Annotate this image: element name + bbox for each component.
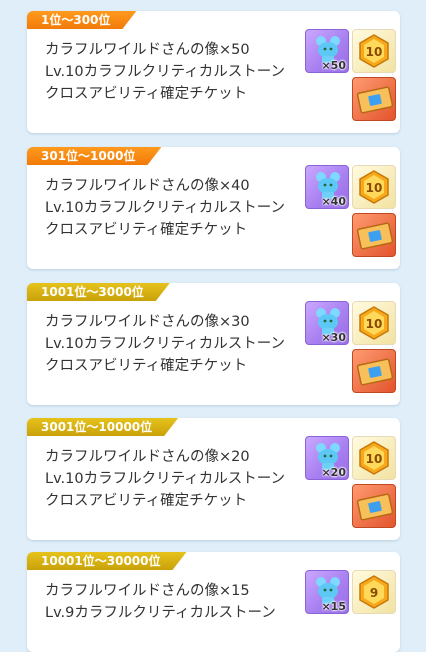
reward-line-statue: カラフルワイルドさんの像×30 [45,314,250,330]
ticket-icon [357,358,393,386]
rank-range-label: 10001位～30000位 [27,552,187,570]
reward-line-stone: Lv.10カラフルクリティカルストーン [45,64,285,80]
statue-quantity: ×20 [321,466,346,479]
reward-line-ticket: クロスアビリティ確定チケット [45,358,248,374]
reward-line-statue: カラフルワイルドさんの像×50 [45,42,250,58]
stone-level: 10 [366,317,383,331]
statue-item-icon[interactable]: ×15 [305,570,349,614]
reward-line-stone: Lv.9カラフルクリティカルストーン [45,605,276,621]
reward-line-statue: カラフルワイルドさんの像×40 [45,178,250,194]
ticket-item-icon[interactable] [352,349,396,393]
ticket-item-icon[interactable] [352,484,396,528]
reward-card: 1001位～3000位 カラフルワイルドさんの像×30 Lv.10カラフルクリテ… [27,283,400,405]
reward-card: 301位～1000位 カラフルワイルドさんの像×40 Lv.10カラフルクリティ… [27,147,400,269]
reward-line-stone: Lv.10カラフルクリティカルストーン [45,200,285,216]
critical-stone-icon: 10 [359,170,389,204]
stone-level: 9 [370,586,378,600]
reward-line-statue: カラフルワイルドさんの像×20 [45,449,250,465]
statue-item-icon[interactable]: ×30 [305,301,349,345]
stone-item-icon[interactable]: 9 [352,570,396,614]
ticket-item-icon[interactable] [352,77,396,121]
ticket-item-icon[interactable] [352,213,396,257]
statue-item-icon[interactable]: ×40 [305,165,349,209]
reward-line-statue: カラフルワイルドさんの像×15 [45,583,250,599]
stone-level: 10 [366,181,383,195]
critical-stone-icon: 10 [359,441,389,475]
statue-quantity: ×50 [321,59,346,72]
rank-range-label: 3001位～10000位 [27,418,178,436]
ticket-icon [357,222,393,250]
rank-range-label: 1位～300位 [27,11,136,29]
stone-level: 10 [366,452,383,466]
stone-item-icon[interactable]: 10 [352,165,396,209]
reward-card: 1位～300位 カラフルワイルドさんの像×50 Lv.10カラフルクリティカルス… [27,11,400,133]
reward-line-ticket: クロスアビリティ確定チケット [45,222,248,238]
statue-item-icon[interactable]: ×50 [305,29,349,73]
critical-stone-icon: 9 [359,575,389,609]
stone-item-icon[interactable]: 10 [352,29,396,73]
rank-range-label: 1001位～3000位 [27,283,170,301]
ticket-icon [357,86,393,114]
stone-item-icon[interactable]: 10 [352,436,396,480]
reward-card: 3001位～10000位 カラフルワイルドさんの像×20 Lv.10カラフルクリ… [27,418,400,540]
reward-card: 10001位～30000位 カラフルワイルドさんの像×15 Lv.9カラフルクリ… [27,552,400,652]
reward-line-stone: Lv.10カラフルクリティカルストーン [45,336,285,352]
statue-quantity: ×40 [321,195,346,208]
reward-line-ticket: クロスアビリティ確定チケット [45,493,248,509]
statue-quantity: ×30 [321,331,346,344]
critical-stone-icon: 10 [359,34,389,68]
rank-range-label: 301位～1000位 [27,147,161,165]
ticket-icon [357,493,393,521]
reward-list[interactable]: 1位～300位 カラフルワイルドさんの像×50 Lv.10カラフルクリティカルス… [0,0,426,652]
critical-stone-icon: 10 [359,306,389,340]
stone-item-icon[interactable]: 10 [352,301,396,345]
reward-line-stone: Lv.10カラフルクリティカルストーン [45,471,285,487]
reward-line-ticket: クロスアビリティ確定チケット [45,86,248,102]
statue-quantity: ×15 [321,600,346,613]
stone-level: 10 [366,45,383,59]
statue-item-icon[interactable]: ×20 [305,436,349,480]
